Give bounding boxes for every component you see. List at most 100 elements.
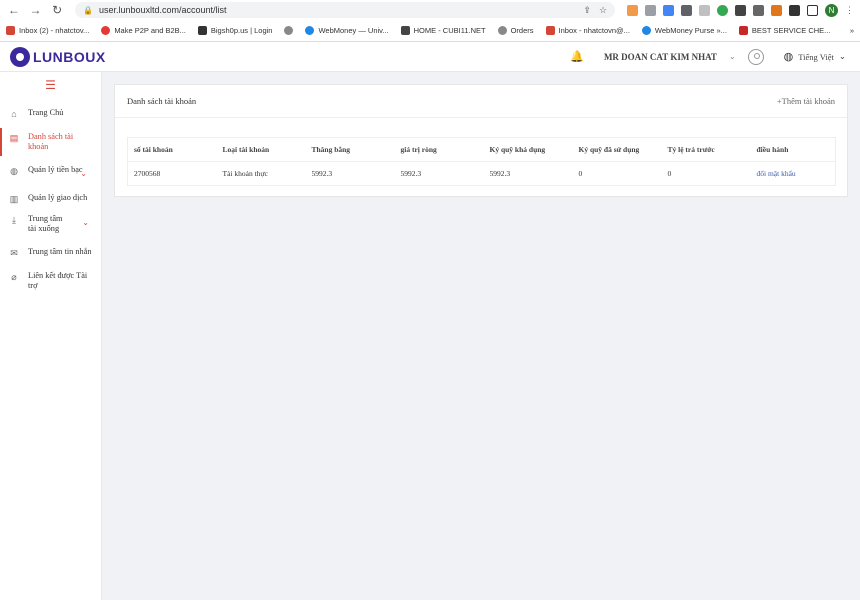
- bookmark[interactable]: Orders: [497, 26, 534, 35]
- bookmark-favicon: [101, 26, 111, 35]
- logo-mark-icon: [10, 46, 30, 67]
- table-cell: 5992.3: [400, 169, 422, 178]
- table-cell: 2700568: [134, 169, 161, 178]
- bookmark-favicon: [641, 26, 651, 35]
- sidebar-item-label: Quản lý giao dịch: [28, 193, 88, 202]
- hamburger-icon[interactable]: ☰: [0, 72, 101, 98]
- menu-dots-icon[interactable]: ⋮: [845, 5, 854, 16]
- more-bookmarks-button[interactable]: »: [850, 26, 854, 35]
- sidebar-item-download-center[interactable]: ⤓ Trung tâm tài xuống ⌄: [0, 214, 101, 234]
- user-name[interactable]: MR DOAN CAT KIM NHAT: [604, 52, 717, 62]
- bookmark[interactable]: HOME - CUBI11.NET: [400, 26, 486, 35]
- bookmark[interactable]: [284, 26, 294, 35]
- url-text: user.lunbouxltd.com/account/list: [98, 5, 227, 15]
- bookmark-favicon: [305, 26, 315, 35]
- bookmark[interactable]: WebMoney Purse »...: [641, 26, 727, 35]
- profile-avatar[interactable]: N: [825, 3, 839, 17]
- list-icon: ▤: [9, 133, 19, 143]
- bookmark-favicon: [738, 26, 748, 35]
- metamask-icon[interactable]: [771, 4, 783, 16]
- globe-icon: ◍: [10, 166, 18, 176]
- column-header: Loại tài khoản: [216, 137, 306, 162]
- chevron-down-icon: ⌄: [80, 169, 87, 178]
- bookmark[interactable]: Bigsh0p.us | Login: [197, 26, 273, 35]
- bookmark[interactable]: Make P2P and B2B...: [101, 26, 186, 35]
- sidebar: ☰ ⌂ Trang Chủ ▤ Danh sách tài khoản ◍ Qu…: [0, 72, 102, 600]
- sidebar-item-home[interactable]: ⌂ Trang Chủ: [0, 108, 101, 119]
- column-header: Tỷ lệ trả trước: [661, 137, 751, 162]
- sidebar-item-sponsored-links[interactable]: ⌀ Liên kết được Tài trợ: [0, 271, 101, 291]
- logo-text: LUNBOUX: [33, 48, 106, 65]
- forward-icon[interactable]: →: [28, 2, 44, 18]
- bookmark-label: Inbox - nhatctovn@...: [558, 26, 630, 35]
- address-bar[interactable]: 🔒 user.lunbouxltd.com/account/list ⇪ ☆: [75, 2, 616, 18]
- language-selector[interactable]: ◍ Tiếng Việt ⌄: [784, 50, 846, 63]
- sidebar-item-label: Quản lý tiền bạc: [28, 165, 83, 174]
- logo[interactable]: LUNBOUX: [10, 46, 106, 67]
- extension-icon[interactable]: [735, 4, 747, 16]
- extension-icon[interactable]: [681, 4, 693, 16]
- bookmark-label: Make P2P and B2B...: [114, 26, 186, 35]
- extension-icon[interactable]: [627, 4, 639, 16]
- table-cell: 5992.3: [311, 169, 333, 178]
- bookmark-label: Orders: [510, 26, 534, 35]
- paperclip-icon: ⌀: [11, 272, 17, 282]
- chevron-down-icon: ⌄: [82, 218, 89, 227]
- language-label: Tiếng Việt: [798, 51, 834, 62]
- table-cell: Tài khoản thực: [222, 169, 268, 178]
- table-header-row: số tài khoản Loại tài khoản Thăng bằng g…: [127, 137, 836, 162]
- sidepanel-icon[interactable]: [807, 4, 819, 16]
- bookmark-label: Inbox (2) - nhatctov...: [19, 26, 90, 35]
- gmail-icon: [6, 26, 15, 35]
- sidebar-item-transactions[interactable]: ▥ Quản lý giao dịch: [0, 193, 101, 204]
- extension-icon[interactable]: [663, 4, 675, 16]
- bookmark[interactable]: WebMoney — Univ...: [305, 26, 389, 35]
- accounts-table: số tài khoản Loại tài khoản Thăng bằng g…: [127, 137, 836, 186]
- change-password-link[interactable]: đổi mật khẩu: [751, 162, 836, 186]
- add-account-link[interactable]: +Thêm tài khoản: [777, 96, 835, 106]
- bookmark-label: HOME - CUBI11.NET: [413, 26, 486, 35]
- bell-icon[interactable]: 🔔: [564, 50, 590, 63]
- sidebar-item-money[interactable]: ◍ Quản lý tiền bạc ⌄: [0, 165, 101, 178]
- reload-icon[interactable]: ↻: [49, 2, 65, 18]
- bookmark[interactable]: BEST SERVICE CHE...: [738, 26, 831, 35]
- column-header: Ký quỹ đã sử dụng: [572, 137, 662, 162]
- table-row: 2700568 Tài khoản thực 5992.3 5992.3 599…: [128, 162, 836, 186]
- sidebar-item-messages[interactable]: ✉ Trung tâm tin nhắn: [0, 247, 101, 258]
- column-header: Ký quỹ khả dụng: [483, 137, 573, 162]
- sidebar-item-label: Liên kết được Tài trợ: [28, 271, 88, 290]
- table-cell: 0: [578, 169, 583, 178]
- browser-chrome: ← → ↻ 🔒 user.lunbouxltd.com/account/list…: [0, 0, 860, 42]
- globe-icon: [497, 26, 507, 35]
- bookmark[interactable]: Inbox (2) - nhatctov...: [6, 26, 89, 35]
- share-icon[interactable]: ⇪: [583, 5, 591, 16]
- home-icon: ⌂: [11, 109, 17, 119]
- extension-icon[interactable]: [645, 4, 657, 16]
- chevron-down-icon[interactable]: ⌄: [729, 52, 736, 61]
- star-icon[interactable]: ☆: [599, 5, 607, 16]
- globe-icon: [284, 26, 294, 35]
- puzzle-icon[interactable]: [789, 4, 801, 16]
- column-header: giá trị ròng: [394, 137, 484, 162]
- extension-icon[interactable]: [717, 4, 729, 16]
- column-header: Thăng bằng: [305, 137, 395, 162]
- column-header: số tài khoản: [127, 137, 217, 162]
- bookmark-favicon: [400, 26, 410, 35]
- bookmarks-bar: Inbox (2) - nhatctov... Make P2P and B2B…: [0, 20, 860, 42]
- extension-icon[interactable]: [699, 4, 711, 16]
- mail-icon: ✉: [10, 248, 18, 258]
- account-list-panel: Danh sách tài khoản +Thêm tài khoản số t…: [114, 84, 848, 197]
- lock-icon: 🔒: [83, 5, 93, 15]
- sidebar-item-label: Trang Chủ: [28, 108, 64, 117]
- qr-icon[interactable]: [753, 4, 765, 16]
- bookmark-label: BEST SERVICE CHE...: [751, 26, 831, 35]
- back-icon[interactable]: ←: [6, 2, 22, 18]
- page-title: Danh sách tài khoản: [127, 96, 197, 106]
- bookmark-label: Bigsh0p.us | Login: [210, 26, 273, 35]
- sidebar-item-label: Trung tâm tài xuống: [28, 214, 63, 233]
- download-icon: ⤓: [12, 215, 16, 225]
- barcode-icon: ▥: [9, 194, 19, 204]
- user-avatar-icon[interactable]: [747, 48, 764, 65]
- bookmark[interactable]: Inbox - nhatctovn@...: [545, 26, 630, 35]
- sidebar-item-account-list[interactable]: ▤ Danh sách tài khoản: [0, 128, 101, 156]
